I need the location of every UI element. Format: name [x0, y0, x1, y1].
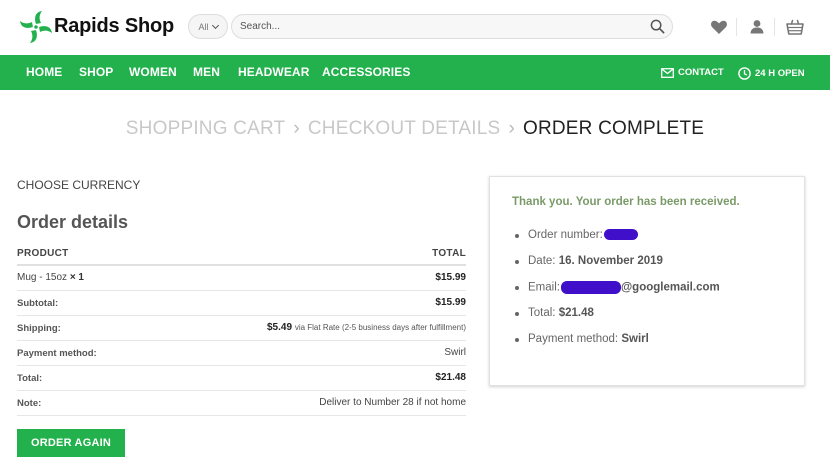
brand-name[interactable]: Rapids Shop [54, 15, 174, 38]
payment-method-value: Swirl [444, 347, 466, 358]
shipping-amount: $5.49 [267, 322, 293, 333]
hours-link[interactable]: 24 H OPEN [738, 67, 805, 80]
order-details-title: Order details [17, 212, 129, 232]
product-name[interactable]: Mug - 15oz [17, 272, 67, 283]
table-row: Shipping: $5.49 via Flat Rate (2-5 busin… [17, 316, 466, 341]
contact-link[interactable]: CONTACT [661, 67, 724, 78]
payment-method-label: Payment method: [528, 333, 619, 345]
date-label: Date: [528, 255, 556, 267]
breadcrumb-checkout-details[interactable]: CHECKOUT DETAILS [308, 118, 501, 139]
total-label: Total: [528, 307, 556, 319]
table-header-row: PRODUCT TOTAL [17, 243, 466, 266]
category-select-value: All [198, 21, 209, 32]
breadcrumb-shopping-cart[interactable]: SHOPPING CART [126, 118, 286, 139]
nav-item-headwear[interactable]: HEADWEAR [238, 65, 309, 79]
table-row: Payment method: Swirl [17, 341, 466, 366]
nav-item-accessories[interactable]: ACCESSORIES [322, 65, 410, 79]
nav-item-shop[interactable]: SHOP [79, 65, 113, 79]
clock-icon [738, 67, 751, 80]
category-select[interactable]: All [188, 14, 228, 39]
email-label: Email: [528, 281, 560, 294]
order-number-label: Order number: [528, 229, 603, 241]
column-header-total: TOTAL [432, 248, 466, 259]
list-item: Total: $21.48 [512, 307, 720, 333]
chevron-down-icon [211, 21, 219, 29]
search-icon[interactable] [650, 19, 665, 34]
table-row: Note: Deliver to Number 28 if not home [17, 391, 466, 416]
nav-item-home[interactable]: HOME [26, 65, 62, 79]
hours-label: 24 H OPEN [755, 68, 805, 79]
shipping-label: Shipping: [17, 323, 61, 334]
date-value: 16. November 2019 [558, 255, 663, 267]
shipping-value: $5.49 via Flat Rate (2-5 business days a… [267, 322, 466, 333]
subtotal-value: $15.99 [435, 297, 466, 308]
list-item: Email: @googlemail.com [512, 281, 720, 307]
table-row: Mug - 15oz × 1 $15.99 [17, 266, 466, 291]
checkout-breadcrumb: SHOPPING CART › CHECKOUT DETAILS › ORDER COM… [0, 118, 830, 140]
search-bar: All [188, 14, 673, 39]
nav-item-women[interactable]: WOMEN [129, 65, 177, 79]
redaction-mark [603, 229, 638, 241]
list-item: Order number: [512, 229, 720, 255]
header-divider [774, 18, 775, 36]
order-again-button[interactable]: ORDER AGAIN [17, 429, 125, 457]
contact-label: CONTACT [678, 67, 724, 78]
search-input[interactable] [231, 14, 673, 39]
table-row: Total: $21.48 [17, 366, 466, 391]
envelope-icon [661, 67, 674, 78]
product-line: Mug - 15oz × 1 [17, 272, 84, 283]
main-nav: HOME SHOP WOMEN MEN HEADWEAR ACCESSORIES… [0, 55, 830, 90]
total-label: Total: [17, 373, 43, 384]
list-item: Payment method: Swirl [512, 333, 720, 359]
nav-item-men[interactable]: MEN [193, 65, 220, 79]
product-total: $15.99 [435, 272, 466, 283]
column-header-product: PRODUCT [17, 248, 69, 259]
order-overview-list: Order number: Date: 16. November 2019 Em… [512, 229, 720, 359]
cart-icon[interactable] [786, 18, 804, 36]
table-row: Subtotal: $15.99 [17, 291, 466, 316]
heart-icon[interactable] [710, 18, 728, 36]
subtotal-label: Subtotal: [17, 298, 59, 309]
total-value: $21.48 [435, 372, 466, 383]
note-value: Deliver to Number 28 if not home [319, 397, 466, 408]
email-domain: @googlemail.com [620, 281, 720, 294]
shipping-method: via Flat Rate (2-5 business days after f… [294, 323, 466, 332]
logo-icon[interactable] [18, 9, 54, 45]
note-label: Note: [17, 398, 42, 409]
breadcrumb-separator: › [293, 118, 300, 139]
order-details-table: PRODUCT TOTAL Mug - 15oz × 1 $15.99 Subt… [17, 243, 466, 416]
choose-currency-link[interactable]: CHOOSE CURRENCY [17, 178, 140, 192]
thank-you-message: Thank you. Your order has been received. [512, 196, 740, 208]
payment-method-value: Swirl [621, 333, 649, 345]
list-item: Date: 16. November 2019 [512, 255, 720, 281]
user-icon[interactable] [748, 18, 766, 36]
site-header: Rapids Shop All [0, 0, 830, 55]
payment-method-label: Payment method: [17, 348, 97, 359]
breadcrumb-order-complete: ORDER COMPLETE [522, 118, 705, 139]
breadcrumb-separator: › [508, 118, 515, 139]
header-divider [736, 18, 737, 36]
total-value: $21.48 [558, 307, 594, 319]
order-received-box: Thank you. Your order has been received.… [489, 176, 805, 386]
product-qty: × 1 [69, 272, 84, 283]
redaction-mark [560, 281, 621, 294]
